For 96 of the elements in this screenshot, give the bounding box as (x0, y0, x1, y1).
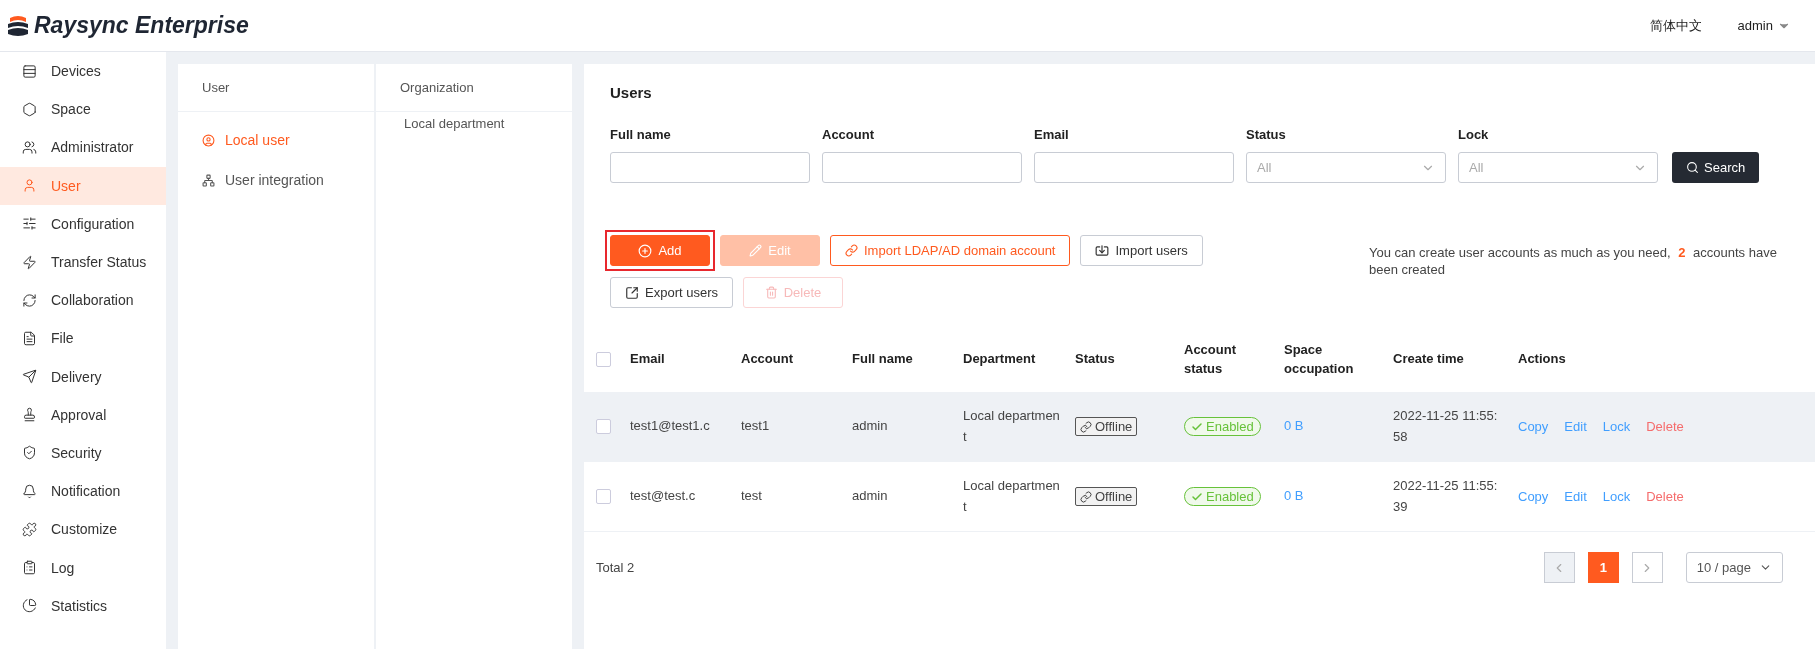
rows-icon (22, 63, 37, 79)
action-button[interactable]: Export users (610, 277, 733, 308)
sidebar-item[interactable]: Space (0, 90, 166, 129)
panel-title: User (178, 64, 374, 112)
column-header: Account (741, 350, 794, 369)
pencil-icon (749, 244, 763, 257)
panel-title: Organization (376, 64, 572, 112)
sidebar-item[interactable]: Approval (0, 395, 166, 434)
section-title: Users (610, 84, 653, 101)
language-menu[interactable]: 简体中文 (1649, 16, 1702, 35)
hexagon-icon (22, 101, 37, 117)
pie-chart-icon (22, 598, 37, 614)
table-cell-text: admin (852, 487, 889, 506)
sidebar-item[interactable]: Devices (0, 52, 166, 91)
people-icon (22, 139, 37, 155)
row-checkbox[interactable] (596, 489, 611, 504)
filter-label: Status (1246, 127, 1287, 142)
bell-icon (22, 483, 37, 499)
status-tag: Offline (1075, 417, 1138, 436)
link-icon (1080, 490, 1092, 503)
shield-icon (22, 445, 37, 461)
column-header: Full name (852, 350, 914, 369)
table-cell-text: test@test.c (630, 487, 697, 506)
column-header: Actions (1518, 350, 1567, 369)
sidebar-item[interactable]: Configuration (0, 204, 166, 243)
filter-label: Email (1034, 127, 1070, 142)
table-cell-text: Local department (963, 476, 1061, 516)
sidebar-item[interactable]: Administrator (0, 128, 166, 167)
column-header: Status (1075, 350, 1116, 369)
sidebar-item[interactable]: Transfer Status (0, 242, 166, 282)
input-field[interactable] (610, 152, 810, 183)
table-cell-text: admin (852, 417, 889, 436)
row-checkbox[interactable] (596, 419, 611, 434)
table-cell-text: 0 B (1284, 417, 1305, 436)
user-circle-icon (202, 133, 215, 147)
status-tag: Offline (1075, 487, 1138, 506)
sidebar-item[interactable]: Log (0, 548, 166, 587)
logo-icon (6, 14, 30, 37)
list-icon (22, 560, 37, 576)
sidebar-item[interactable]: Notification (0, 472, 166, 511)
sidebar-item[interactable]: Security (0, 433, 166, 473)
total-count: Total 2 (596, 560, 635, 575)
sliders-icon (22, 216, 37, 232)
sidebar-item[interactable]: Statistics (0, 586, 166, 625)
link-icon (1080, 420, 1092, 433)
link-icon (845, 244, 858, 257)
plus-circle-icon (638, 243, 653, 258)
paper-plane-icon (22, 369, 37, 385)
input-field[interactable] (822, 152, 1022, 183)
export-icon (625, 285, 639, 300)
search-button[interactable]: Search (1672, 152, 1760, 183)
table-cell-text: test1@test1.c (630, 417, 711, 436)
previous-page-button[interactable] (1543, 552, 1575, 583)
table-row[interactable]: test1@test1.c test1 admin Local department Offline Enabled 0 B 2022-11-25 11:55:58 Copy Edit Lock Delete (584, 392, 1815, 462)
sidebar-item[interactable]: Customize (0, 510, 166, 549)
bolt-icon (22, 254, 37, 270)
cycle-icon (22, 292, 37, 308)
column-header: Space occupation (1284, 340, 1355, 378)
table-cell-text: 2022-11-25 11:55:39 (1393, 476, 1499, 516)
table-cell-text: 2022-11-25 11:55:58 (1393, 406, 1499, 446)
check-icon (1191, 490, 1203, 503)
import-icon (1095, 243, 1110, 258)
trash-icon (764, 286, 778, 299)
account-note: You can create user accounts as much as you need, 2 accounts have been created (1369, 244, 1778, 279)
input-field[interactable] (1034, 152, 1234, 183)
table-cell-text: test1 (741, 417, 771, 436)
select-all-checkbox[interactable] (596, 351, 611, 367)
sidebar-item[interactable]: File (0, 319, 166, 358)
sidebar-item[interactable]: Delivery (0, 357, 166, 396)
check-icon (1191, 420, 1203, 433)
document-icon (22, 330, 37, 346)
action-button[interactable]: Import users (1080, 235, 1203, 266)
filter-label: Lock (1458, 127, 1490, 142)
department-item[interactable]: Local department (376, 112, 572, 131)
person-icon (22, 178, 37, 194)
user-menu[interactable]: admin (1737, 18, 1791, 33)
page-size-select[interactable]: 10 / page (1685, 552, 1783, 583)
puzzle-icon (22, 521, 37, 537)
column-header: Department (963, 350, 1037, 369)
account-status-tag: Enabled (1184, 487, 1261, 506)
table-cell-text: Local department (963, 406, 1061, 446)
search-icon (1686, 161, 1699, 174)
stamp-icon (22, 407, 37, 423)
next-page-button[interactable] (1631, 552, 1663, 583)
brand-name: Raysync Enterprise (34, 12, 249, 39)
filter-label: Full name (610, 127, 672, 142)
submenu-item[interactable]: User integration (178, 160, 374, 200)
column-header: Email (630, 350, 666, 369)
hierarchy-icon (202, 173, 215, 187)
column-header: Create time (1393, 350, 1465, 369)
filter-label: Account (822, 127, 875, 142)
account-status-tag: Enabled (1184, 417, 1261, 436)
column-header: Account status (1184, 340, 1237, 378)
table-cell-text: 0 B (1284, 487, 1305, 506)
table-cell-text: test (741, 487, 763, 506)
sidebar-item[interactable]: Collaboration (0, 281, 166, 320)
